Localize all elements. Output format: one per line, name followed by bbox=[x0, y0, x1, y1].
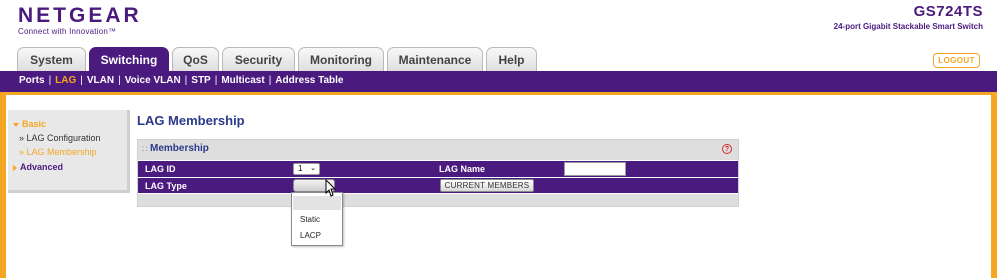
main-tabs: System Switching QoS Security Monitoring… bbox=[17, 47, 540, 72]
chevron-down-icon bbox=[13, 122, 19, 127]
lag-type-label: LAG Type bbox=[145, 181, 187, 191]
lag-type-option-static[interactable]: Static bbox=[293, 213, 341, 227]
lag-id-value: 1 bbox=[298, 164, 303, 173]
lag-type-dropdown-list: Static LACP bbox=[291, 192, 343, 246]
menu-basic-label: Basic bbox=[22, 119, 47, 129]
lag-name-input[interactable] bbox=[564, 162, 626, 176]
menu-basic[interactable]: Basic bbox=[13, 119, 46, 129]
subnav-address-table[interactable]: Address Table bbox=[275, 75, 343, 86]
menu-lag-membership[interactable]: » LAG Membership bbox=[19, 147, 97, 157]
menu-advanced-label: Advanced bbox=[20, 162, 64, 172]
panel-title: Membership bbox=[150, 143, 209, 154]
lag-id-row: LAG ID 1 ⌄ LAG Name bbox=[138, 161, 738, 177]
logo-text: NETGEAR bbox=[18, 4, 142, 27]
tab-help[interactable]: Help bbox=[486, 47, 537, 72]
current-members-button[interactable]: CURRENT MEMBERS bbox=[440, 179, 534, 192]
device-info: GS724TS 24-port Gigabit Stackable Smart … bbox=[834, 3, 983, 31]
logo-tagline: Connect with Innovation™ bbox=[18, 27, 117, 36]
lag-id-select[interactable]: 1 ⌄ bbox=[293, 163, 320, 175]
subnav: Ports | LAG | VLAN | Voice VLAN | STP | Multi… bbox=[19, 75, 344, 86]
chevron-down-icon: ⌄ bbox=[310, 165, 316, 172]
panel-footer bbox=[138, 194, 738, 206]
netgear-admin-page: NETGEAR Connect with Innovation™ GS724TS… bbox=[0, 0, 997, 278]
subnav-ports[interactable]: Ports bbox=[19, 75, 45, 86]
membership-panel: ∷ Membership ? LAG ID 1 ⌄ LAG Name LAG T… bbox=[137, 139, 739, 207]
tab-switching[interactable]: Switching bbox=[89, 47, 169, 72]
model-description: 24-port Gigabit Stackable Smart Switch bbox=[833, 22, 983, 31]
chevron-right-icon bbox=[13, 164, 17, 171]
lag-type-row: LAG Type ⌄ CURRENT MEMBERS bbox=[138, 177, 738, 193]
lag-type-option-lacp[interactable]: LACP bbox=[293, 229, 341, 243]
lag-name-label: LAG Name bbox=[439, 164, 486, 174]
panel-header: ∷ Membership ? bbox=[138, 140, 738, 160]
page-title: LAG Membership bbox=[137, 113, 245, 128]
tab-monitoring[interactable]: Monitoring bbox=[298, 47, 384, 72]
logout-button[interactable]: LOGOUT bbox=[933, 53, 980, 68]
subnav-multicast[interactable]: Multicast bbox=[221, 75, 264, 86]
left-menu: Basic » LAG Configuration » LAG Membersh… bbox=[8, 110, 130, 193]
menu-lag-configuration[interactable]: » LAG Configuration bbox=[19, 133, 101, 143]
mouse-pointer-icon bbox=[325, 179, 337, 197]
model-name: GS724TS bbox=[913, 3, 983, 20]
netgear-logo: NETGEAR Connect with Innovation™ bbox=[18, 4, 142, 37]
tab-maintenance[interactable]: Maintenance bbox=[387, 47, 483, 72]
menu-advanced[interactable]: Advanced bbox=[13, 162, 63, 172]
subnav-lag[interactable]: LAG bbox=[55, 75, 76, 86]
right-border bbox=[991, 95, 997, 278]
help-icon[interactable]: ? bbox=[722, 144, 732, 154]
drag-handle-icon: ∷ bbox=[142, 144, 148, 154]
tab-qos[interactable]: QoS bbox=[172, 47, 219, 72]
subnav-vlan[interactable]: VLAN bbox=[87, 75, 114, 86]
subnav-voice-vlan[interactable]: Voice VLAN bbox=[125, 75, 181, 86]
lag-id-label: LAG ID bbox=[145, 164, 176, 174]
tab-system[interactable]: System bbox=[17, 47, 86, 72]
tab-security[interactable]: Security bbox=[222, 47, 295, 72]
subnav-stp[interactable]: STP bbox=[191, 75, 210, 86]
